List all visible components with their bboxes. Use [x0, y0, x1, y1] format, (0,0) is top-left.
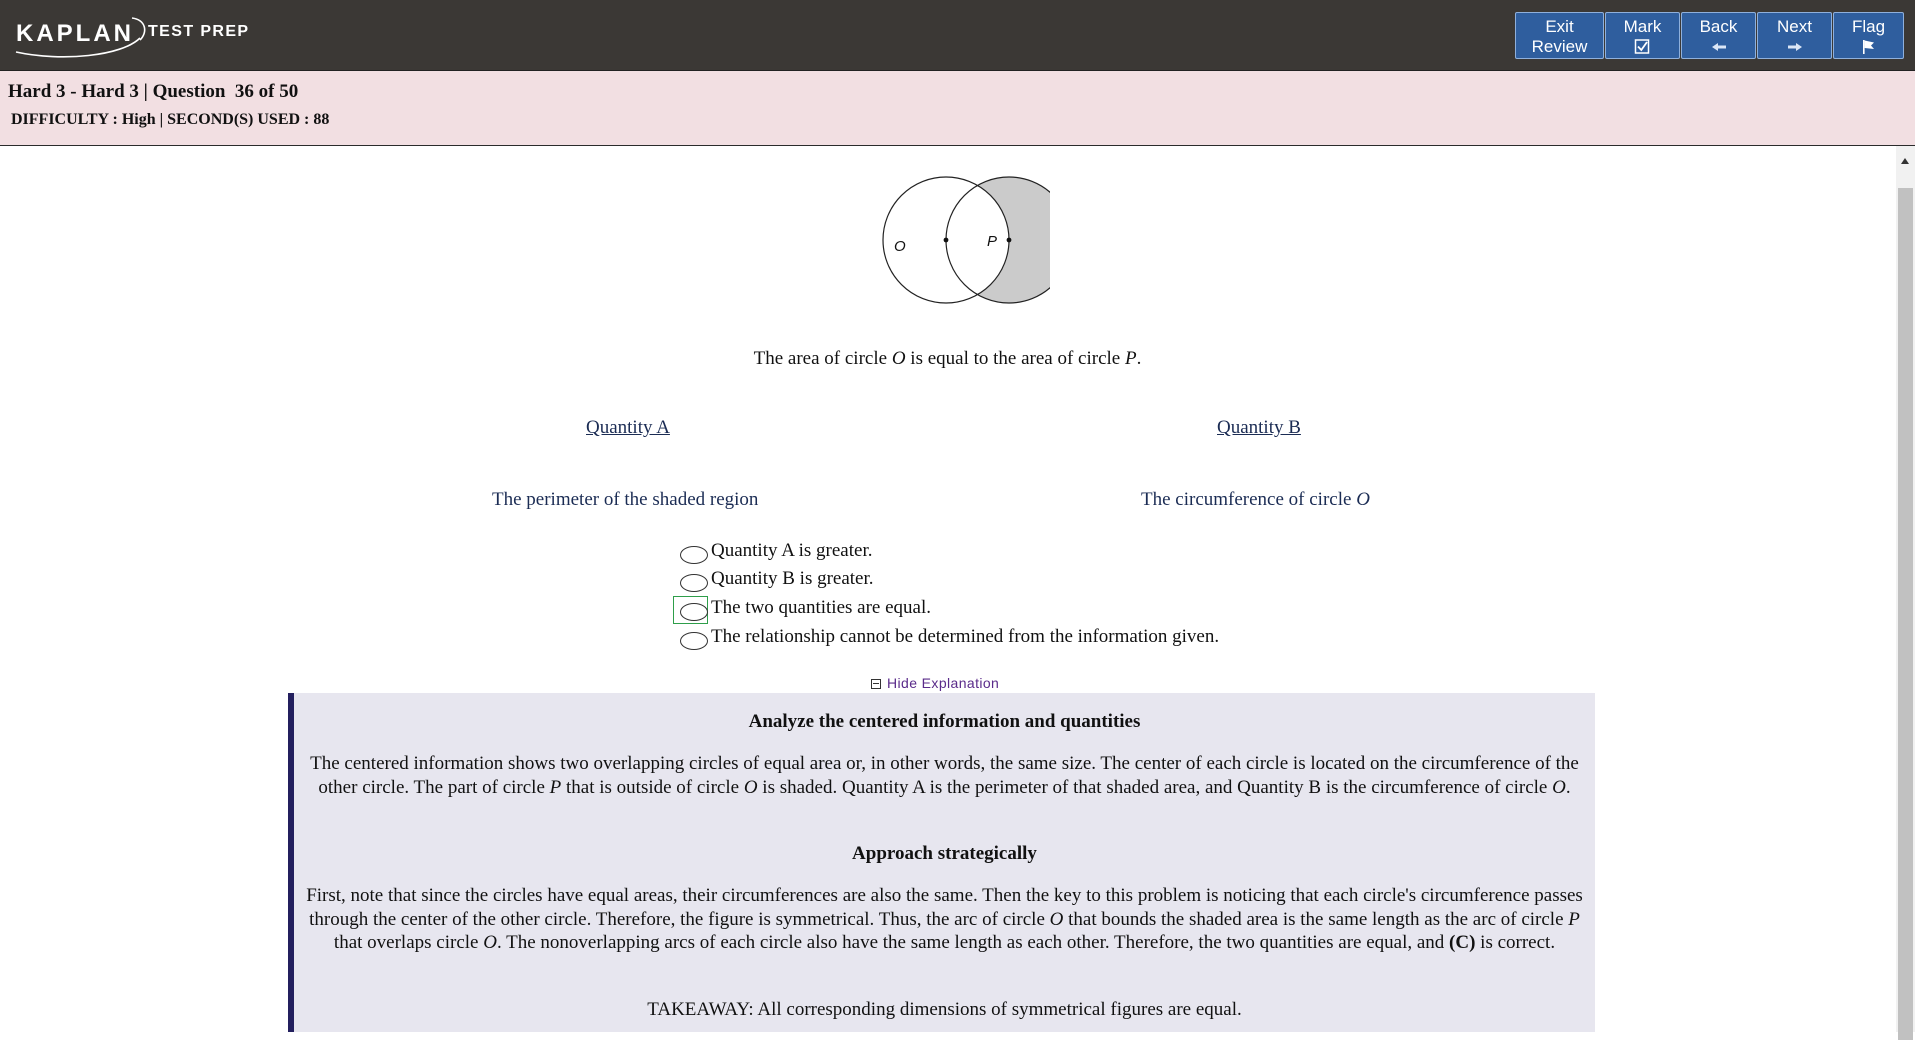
flag-icon	[1834, 37, 1903, 57]
scroll-up-arrow-icon[interactable]	[1896, 146, 1915, 180]
choice-label: The relationship cannot be determined fr…	[711, 626, 1220, 647]
radio-button[interactable]	[680, 574, 708, 592]
logo-wordmark: KAPLAN	[16, 20, 134, 47]
para-text: is shaded. Quantity A is the perimeter o…	[757, 776, 1553, 798]
flag-button[interactable]: Flag	[1833, 12, 1904, 59]
para-text: that bounds the shaded area is the same …	[1063, 908, 1569, 930]
toggle-label: Hide Explanation	[887, 675, 1000, 691]
quantity-b-var: O	[1356, 489, 1370, 510]
question-title: Hard 3 - Hard 3 | Question 36 of 50	[8, 81, 299, 102]
explanation-heading-1: Analyze the centered information and qua…	[748, 711, 1141, 732]
question-stem: The area of circle O is equal to the are…	[0, 348, 1895, 370]
stem-text: is equal to the area of circle	[905, 348, 1125, 369]
stem-var-p: P	[1125, 348, 1137, 369]
quantity-b-value: The circumference of circle O	[1141, 489, 1370, 511]
stem-text: .	[1136, 348, 1142, 369]
para-var: P	[549, 776, 562, 798]
center-p	[1006, 237, 1012, 243]
correct-answer-label: (C)	[1449, 932, 1476, 953]
quantity-b-heading: Quantity B	[1217, 417, 1301, 438]
quantity-a-heading: Quantity A	[586, 417, 670, 438]
exit-review-label-line1: Exit	[1545, 17, 1574, 36]
stem-text: The area of circle	[753, 348, 892, 369]
vertical-scrollbar[interactable]	[1896, 146, 1915, 1040]
choice-label: Quantity B is greater.	[711, 568, 874, 589]
explanation-takeaway: TAKEAWAY: All corresponding dimensions o…	[647, 999, 1242, 1020]
question-info-bar: Hard 3 - Hard 3 | Question 36 of 50 DIFF…	[0, 71, 1915, 146]
hide-explanation-toggle[interactable]: Hide Explanation	[871, 675, 999, 691]
para-text: that overlaps circle	[333, 932, 484, 953]
explanation-paragraph-2: First, note that since the circles have …	[304, 884, 1585, 955]
mark-label: Mark	[1623, 17, 1662, 36]
arrow-left-icon	[1682, 37, 1755, 57]
question-content: O P The area of circle O is equal to the…	[0, 146, 1895, 1032]
checkbox-icon	[1606, 37, 1679, 57]
radio-button[interactable]	[680, 546, 708, 564]
radio-button[interactable]	[680, 603, 708, 621]
para-var: O	[483, 932, 497, 953]
label-o: O	[894, 238, 906, 255]
next-label: Next	[1777, 17, 1812, 36]
quantity-b-text: The circumference of circle	[1141, 489, 1357, 510]
label-p: P	[987, 233, 997, 250]
shaded-region	[946, 177, 1050, 303]
radio-button[interactable]	[680, 632, 708, 650]
logo-subtitle: TEST PREP	[148, 23, 250, 40]
question-meta: DIFFICULTY : High | SECOND(S) USED : 88	[11, 111, 330, 128]
para-var: O	[743, 776, 758, 798]
stem-var-o: O	[891, 348, 906, 369]
explanation-heading-2: Approach strategically	[852, 843, 1037, 864]
choice-label: Quantity A is greater.	[711, 540, 873, 561]
collapse-icon	[871, 679, 881, 689]
para-var: O	[1552, 776, 1566, 798]
top-bar: KAPLAN TEST PREP Exit Review Mark Back N…	[0, 0, 1915, 71]
para-text: .	[1565, 776, 1571, 798]
para-var: O	[1049, 908, 1064, 930]
back-label: Back	[1699, 17, 1738, 36]
scrollbar-thumb[interactable]	[1898, 188, 1913, 1040]
exit-review-label-line2: Review	[1531, 37, 1588, 56]
explanation-paragraph-1: The centered information shows two overl…	[304, 752, 1585, 799]
explanation-panel: Analyze the centered information and qua…	[288, 693, 1595, 1032]
para-text: is correct.	[1475, 932, 1556, 953]
mark-button[interactable]: Mark	[1605, 12, 1680, 59]
para-var: P	[1568, 908, 1580, 930]
back-button[interactable]: Back	[1681, 12, 1756, 59]
next-button[interactable]: Next	[1757, 12, 1832, 59]
flag-label: Flag	[1851, 17, 1886, 36]
exit-review-button[interactable]: Exit Review	[1515, 12, 1604, 59]
center-o	[943, 237, 949, 243]
choice-label: The two quantities are equal.	[711, 597, 932, 618]
para-text: that is outside of circle	[561, 776, 744, 798]
para-text: . The nonoverlapping arcs of each circle…	[496, 932, 1450, 953]
arrow-right-icon	[1758, 37, 1831, 57]
quantity-a-value: The perimeter of the shaded region	[492, 489, 759, 510]
overlapping-circles-figure: O P	[882, 176, 1050, 304]
